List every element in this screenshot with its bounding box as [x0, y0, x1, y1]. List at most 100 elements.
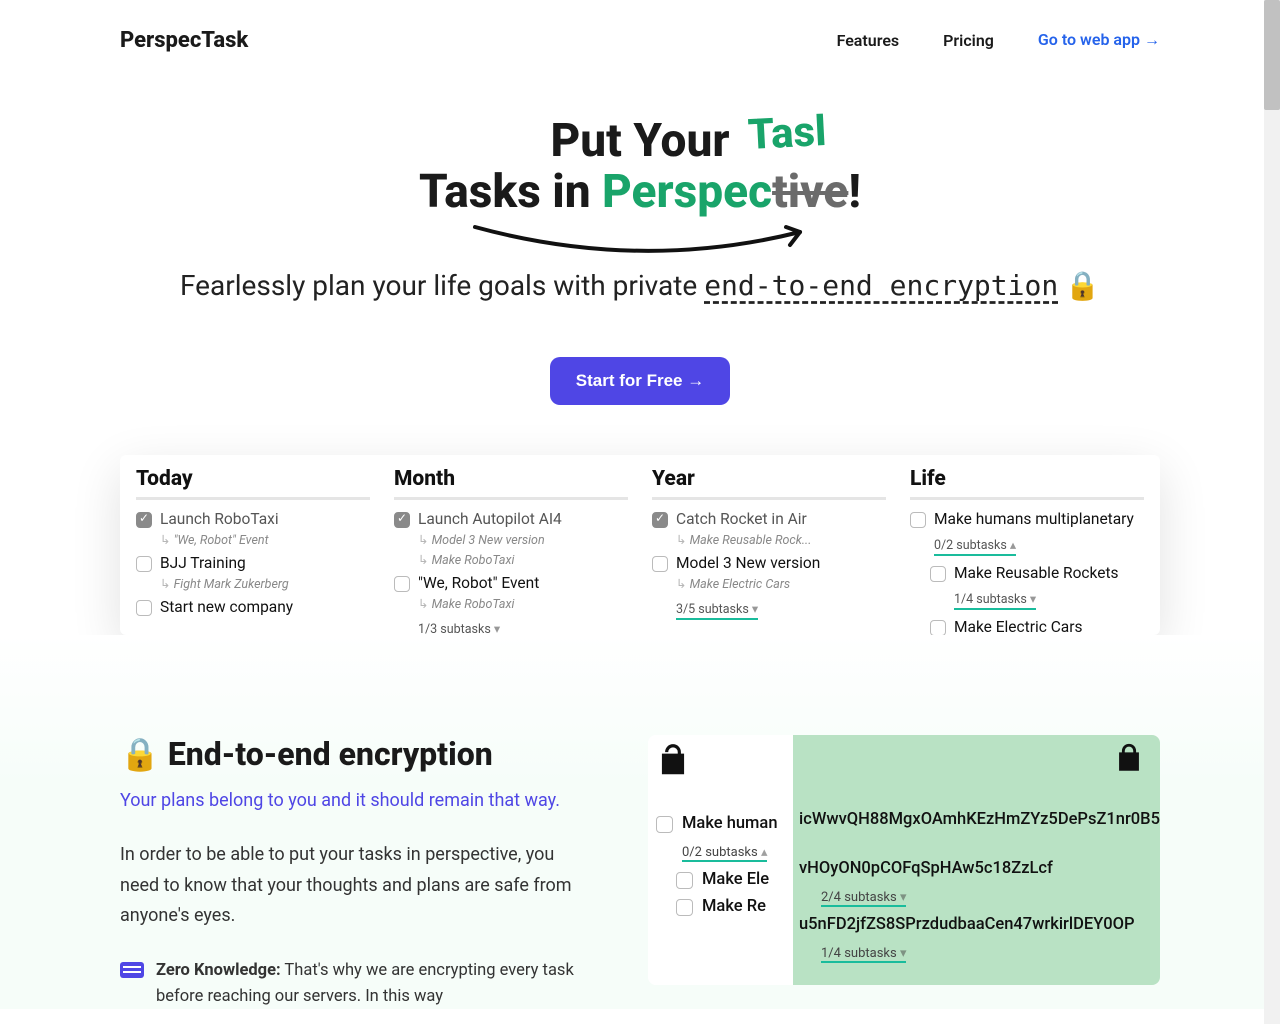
task-label: Launch Autopilot AI4	[418, 510, 562, 528]
feature-tagline: Your plans belong to you and it should r…	[120, 787, 588, 814]
checkbox-icon[interactable]	[652, 512, 668, 528]
kanban-column: Life Make humans multiplanetary 0/2 subtas…	[902, 463, 1152, 627]
subtask-count[interactable]: 3/5 subtasks	[676, 601, 758, 620]
storage-icon	[120, 962, 144, 978]
task-breadcrumb: Make Reusable Rock...	[676, 532, 886, 548]
kanban-preview: Today Launch RoboTaxi "We, Robot" Event BJJ…	[120, 455, 1160, 635]
feature-bullet: Zero Knowledge: That's why we are encryp…	[120, 958, 588, 1009]
task-row[interactable]: "We, Robot" Event	[394, 574, 628, 592]
hero-line2a: Tasks in	[419, 165, 602, 219]
task-breadcrumb: Fight Mark Zukerberg	[160, 576, 370, 592]
task-row[interactable]: Make Reusable Rockets	[910, 564, 1144, 582]
subtask-count[interactable]: 1/3 subtasks	[418, 621, 500, 635]
encryption-illustration: Make human 0/2 subtasks Make Ele Make Re ic…	[648, 735, 1160, 985]
task-row[interactable]: Model 3 New version	[652, 554, 886, 572]
task-row[interactable]: Launch RoboTaxi	[136, 510, 370, 528]
enc-cipher-label: vHOyON0pCOFqSpHAw5c18ZzLcf	[799, 859, 1154, 878]
task-breadcrumb: Make RoboTaxi	[418, 552, 628, 568]
checkbox-icon[interactable]	[930, 620, 946, 635]
enc-cipher-task: icWwvQH88MgxOAmhKEzHmZYz5DePsZ1nr0B5mc=	[799, 810, 1154, 829]
nav-pricing[interactable]: Pricing	[943, 31, 994, 50]
enc-task-label: Make human	[682, 814, 792, 833]
enc-task: Make human	[654, 814, 792, 833]
checkbox-icon	[656, 816, 673, 833]
lock-icon: 🔒	[1058, 269, 1100, 302]
hero-line1: Put Your	[550, 114, 729, 168]
feature-body: In order to be able to put your tasks in…	[120, 840, 588, 932]
task-row[interactable]: Start new company	[136, 598, 370, 616]
hero-headline: Put Your Tasks in Perspective! Tasl	[419, 116, 861, 217]
hero-typed-overlay: Tasl	[747, 109, 828, 159]
task-label: "We, Robot" Event	[418, 574, 539, 592]
task-label: Make Electric Cars	[954, 618, 1082, 635]
task-label: Model 3 New version	[676, 554, 820, 572]
task-row[interactable]: Make Electric Cars	[910, 618, 1144, 635]
subtask-count: 0/2 subtasks	[682, 845, 767, 862]
task-label: Make humans multiplanetary	[934, 510, 1134, 528]
encryption-section: 🔒 End-to-end encryption Your plans belon…	[0, 635, 1280, 1009]
task-label: Start new company	[160, 598, 293, 616]
kanban-column: Month Launch Autopilot AI4 Model 3 New ver…	[386, 463, 636, 627]
task-label: BJJ Training	[160, 554, 246, 572]
checkbox-icon[interactable]	[136, 600, 152, 616]
task-row[interactable]: Launch Autopilot AI4	[394, 510, 628, 528]
checkbox-icon[interactable]	[394, 512, 410, 528]
task-breadcrumb: "We, Robot" Event	[160, 532, 370, 548]
task-label: Launch RoboTaxi	[160, 510, 279, 528]
subtask-count: 2/4 subtasks	[821, 890, 906, 907]
column-title: Year	[652, 467, 886, 491]
enc-task: Make Ele	[654, 870, 792, 889]
lock-closed-icon	[799, 741, 1154, 784]
main-nav: Features Pricing Go to web app →	[837, 30, 1160, 51]
arrow-icon	[460, 217, 820, 257]
unlock-icon	[654, 741, 792, 788]
kanban-column: Today Launch RoboTaxi "We, Robot" Event BJJ…	[128, 463, 378, 627]
feature-heading: 🔒 End-to-end encryption	[120, 735, 588, 773]
kanban-column: Year Catch Rocket in Air Make Reusable Roc…	[644, 463, 894, 627]
enc-cipher-label: u5nFD2jfZS8SPrzdudbaaCen47wrkirlDEY0OP	[799, 915, 1154, 934]
nav-webapp[interactable]: Go to web app →	[1038, 30, 1160, 51]
task-row[interactable]: BJJ Training	[136, 554, 370, 572]
column-title: Month	[394, 467, 628, 491]
feature-text: 🔒 End-to-end encryption Your plans belon…	[120, 735, 588, 1009]
start-free-button[interactable]: Start for Free →	[550, 357, 730, 405]
enc-task: Make Re	[654, 897, 792, 916]
subtask-count: 1/4 subtasks	[821, 946, 906, 963]
checkbox-icon	[676, 872, 693, 889]
checkbox-icon[interactable]	[652, 556, 668, 572]
enc-task-label: Make Re	[702, 897, 792, 916]
scrollbar[interactable]	[1264, 0, 1280, 1024]
checkbox-icon[interactable]	[136, 556, 152, 572]
checkbox-icon[interactable]	[394, 576, 410, 592]
task-label: Catch Rocket in Air	[676, 510, 807, 528]
subtask-count[interactable]: 0/2 subtasks	[934, 537, 1016, 556]
task-row[interactable]: Make humans multiplanetary	[910, 510, 1144, 528]
brand-logo[interactable]: PerspecTask	[120, 28, 248, 53]
checkbox-icon	[676, 899, 693, 916]
scrollbar-thumb[interactable]	[1264, 0, 1280, 110]
column-title: Today	[136, 467, 370, 491]
subhead-text: Fearlessly plan your life goals with pri…	[180, 269, 704, 302]
subhead-e2e[interactable]: end-to-end encryption	[704, 269, 1058, 302]
task-breadcrumb: Make Electric Cars	[676, 576, 886, 592]
column-title: Life	[910, 467, 1144, 491]
task-breadcrumb: Make RoboTaxi	[418, 596, 628, 612]
enc-cipher-task: u5nFD2jfZS8SPrzdudbaaCen47wrkirlDEY0OP	[799, 915, 1154, 934]
enc-cipher-task: vHOyON0pCOFqSpHAw5c18ZzLcf	[799, 859, 1154, 878]
nav-features[interactable]: Features	[837, 31, 900, 50]
hero-subhead: Fearlessly plan your life goals with pri…	[120, 269, 1160, 302]
task-label: Make Reusable Rockets	[954, 564, 1119, 582]
hero-line2c: tive	[772, 165, 848, 219]
enc-task-label: Make Ele	[702, 870, 792, 889]
checkbox-icon[interactable]	[930, 566, 946, 582]
hero-section: Put Your Tasks in Perspective! Tasl Fear…	[120, 81, 1160, 405]
checkbox-icon[interactable]	[910, 512, 926, 528]
hero-line2d: !	[848, 165, 861, 219]
hero-line2b: Perspec	[602, 165, 772, 219]
task-breadcrumb: Model 3 New version	[418, 532, 628, 548]
subtask-count[interactable]: 1/4 subtasks	[954, 591, 1036, 610]
task-row[interactable]: Catch Rocket in Air	[652, 510, 886, 528]
enc-cipher-label: icWwvQH88MgxOAmhKEzHmZYz5DePsZ1nr0B5mc=	[799, 810, 1154, 829]
header: PerspecTask Features Pricing Go to web a…	[120, 0, 1160, 81]
checkbox-icon[interactable]	[136, 512, 152, 528]
